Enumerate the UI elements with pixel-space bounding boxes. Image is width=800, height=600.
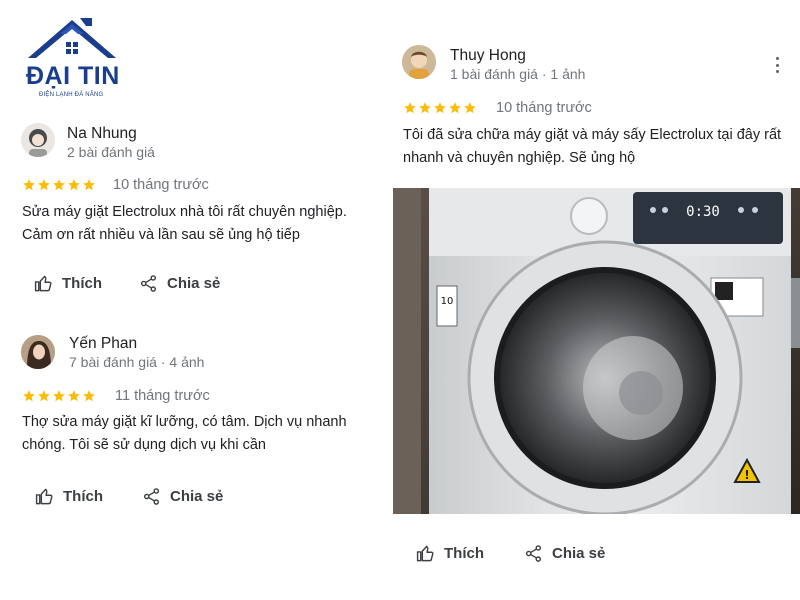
share-label: Chia sẻ xyxy=(170,488,224,505)
dryer-display: 0:30 xyxy=(686,204,720,220)
capacity-badge: 10 xyxy=(441,296,454,307)
star-icon xyxy=(419,102,431,114)
review-card: Yến Phan 7 bài đánh giá · 4 ảnh 11 tháng… xyxy=(0,322,380,522)
reviewer-name[interactable]: Thuy Hong xyxy=(450,47,526,65)
reviewer-meta[interactable]: 2 bài đánh giá xyxy=(67,144,155,160)
star-icon xyxy=(53,179,65,191)
like-button[interactable]: Thích xyxy=(35,487,103,506)
star-icon xyxy=(53,390,65,402)
star-icon xyxy=(23,390,35,402)
star-icon xyxy=(23,179,35,191)
like-button[interactable]: Thích xyxy=(416,544,484,563)
avatar[interactable] xyxy=(402,45,436,79)
dai-tin-logo: ĐẠI TIN ĐIỆN LẠNH ĐÀ NẴNG xyxy=(22,12,122,104)
like-label: Thích xyxy=(62,275,102,292)
svg-text:!: ! xyxy=(744,468,749,482)
reviewer-meta[interactable]: 1 bài đánh giá · 1 ảnh xyxy=(450,66,585,82)
reviewer-meta[interactable]: 7 bài đánh giá · 4 ảnh xyxy=(69,354,204,370)
reviewer-name[interactable]: Yến Phan xyxy=(69,335,137,353)
rating-stars xyxy=(403,101,477,115)
rating-stars xyxy=(22,178,96,192)
star-icon xyxy=(404,102,416,114)
house-roof-icon xyxy=(28,18,116,58)
star-icon xyxy=(464,102,476,114)
share-button[interactable]: Chia sẻ xyxy=(139,274,220,293)
avatar[interactable] xyxy=(21,335,55,369)
share-label: Chia sẻ xyxy=(552,545,606,562)
share-button[interactable]: Chia sẻ xyxy=(524,544,605,563)
share-label: Chia sẻ xyxy=(167,275,221,292)
star-icon xyxy=(68,179,80,191)
review-time: 10 tháng trước xyxy=(113,177,209,193)
star-icon xyxy=(68,390,80,402)
review-photo[interactable]: 0:30 10 ! xyxy=(393,188,800,514)
share-icon xyxy=(143,488,160,505)
like-label: Thích xyxy=(444,545,484,562)
avatar[interactable] xyxy=(21,123,55,157)
thumbs-up-icon xyxy=(34,275,52,292)
star-icon xyxy=(449,102,461,114)
review-text: Sửa máy giặt Electrolux nhà tôi rất chuy… xyxy=(22,204,347,243)
star-icon xyxy=(83,390,95,402)
share-icon xyxy=(140,275,157,292)
star-icon xyxy=(38,179,50,191)
brand-tagline: ĐIỆN LẠNH ĐÀ NẴNG xyxy=(39,92,104,98)
share-button[interactable]: Chia sẻ xyxy=(142,487,223,506)
share-icon xyxy=(525,545,542,562)
review-text: Tôi đã sửa chữa máy giặt và máy sấy Elec… xyxy=(403,127,782,166)
reviewer-name[interactable]: Na Nhung xyxy=(67,125,137,143)
star-icon xyxy=(83,179,95,191)
thumbs-up-icon xyxy=(35,488,53,505)
more-options-icon[interactable] xyxy=(774,57,780,73)
like-button[interactable]: Thích xyxy=(34,274,102,293)
review-text: Thợ sửa máy giặt kĩ lưỡng, có tâm. Dịch … xyxy=(22,414,347,453)
like-label: Thích xyxy=(63,488,103,505)
star-icon xyxy=(38,390,50,402)
brand-name: ĐẠI TIN xyxy=(26,62,120,90)
star-icon xyxy=(434,102,446,114)
review-time: 10 tháng trước xyxy=(496,100,592,116)
review-card: Na Nhung 2 bài đánh giá 10 tháng trước S… xyxy=(0,112,380,312)
rating-stars xyxy=(22,389,96,403)
review-time: 11 tháng trước xyxy=(115,388,210,404)
thumbs-up-icon xyxy=(416,545,434,562)
